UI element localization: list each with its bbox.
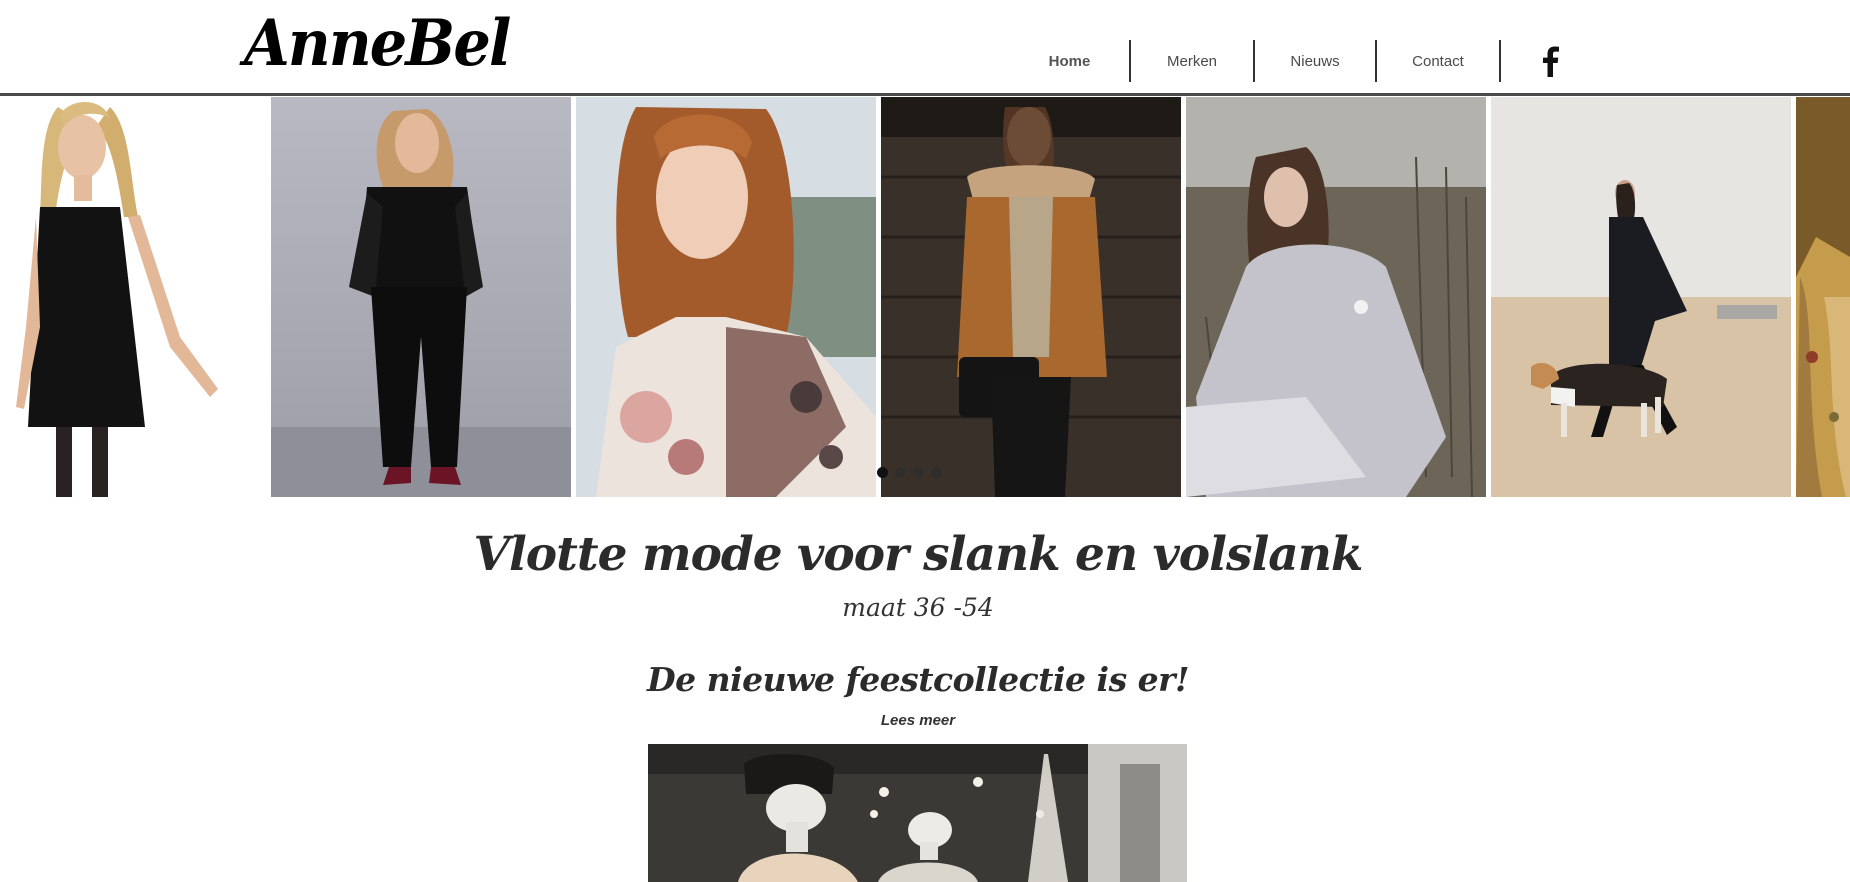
facebook-icon [1543, 46, 1559, 77]
photo-black-dress [0, 97, 266, 497]
image-gallery[interactable] [0, 97, 1850, 497]
gallery-slide[interactable] [576, 97, 876, 497]
nav-contact[interactable]: Contact [1377, 40, 1499, 82]
site-logo[interactable]: AnneBel [244, 4, 511, 84]
size-range-text: maat 36 -54 [842, 593, 994, 622]
gallery-pagination [877, 467, 942, 478]
gallery-slide[interactable] [1491, 97, 1791, 497]
promo-title: De nieuwe feestcollectie is er! [646, 660, 1190, 699]
photo-fur-coat-partial [1796, 97, 1850, 497]
promo-image[interactable] [648, 744, 1187, 882]
gallery-dot[interactable] [913, 467, 924, 478]
photo-woman-with-dog-beach [1491, 97, 1791, 497]
facebook-link[interactable] [1530, 40, 1570, 82]
gallery-slide[interactable] [0, 97, 266, 497]
nav-home[interactable]: Home [1010, 40, 1129, 82]
gallery-dot[interactable] [895, 467, 906, 478]
gallery-slide[interactable] [1186, 97, 1486, 497]
nav-divider [1499, 40, 1501, 82]
photo-floral-blouse [576, 97, 876, 497]
photo-camel-puffer-jacket [881, 97, 1181, 497]
gallery-slide[interactable] [881, 97, 1181, 497]
gallery-dot[interactable] [931, 467, 942, 478]
main-nav: Home Merken Nieuws Contact [1010, 40, 1501, 82]
nav-merken[interactable]: Merken [1131, 40, 1253, 82]
nav-nieuws[interactable]: Nieuws [1255, 40, 1375, 82]
photo-boutique-display [648, 744, 1187, 882]
gallery-slide[interactable] [271, 97, 571, 497]
gallery-slide[interactable] [1796, 97, 1850, 497]
photo-black-lace-outfit [271, 97, 571, 497]
read-more-link[interactable]: Lees meer [0, 710, 1836, 732]
site-header: AnneBel Home Merken Nieuws Contact [0, 0, 1850, 96]
gallery-dot[interactable] [877, 467, 888, 478]
photo-grey-padded-coat [1186, 97, 1486, 497]
page-headline: Vlotte mode voor slank en volslank [473, 527, 1363, 582]
